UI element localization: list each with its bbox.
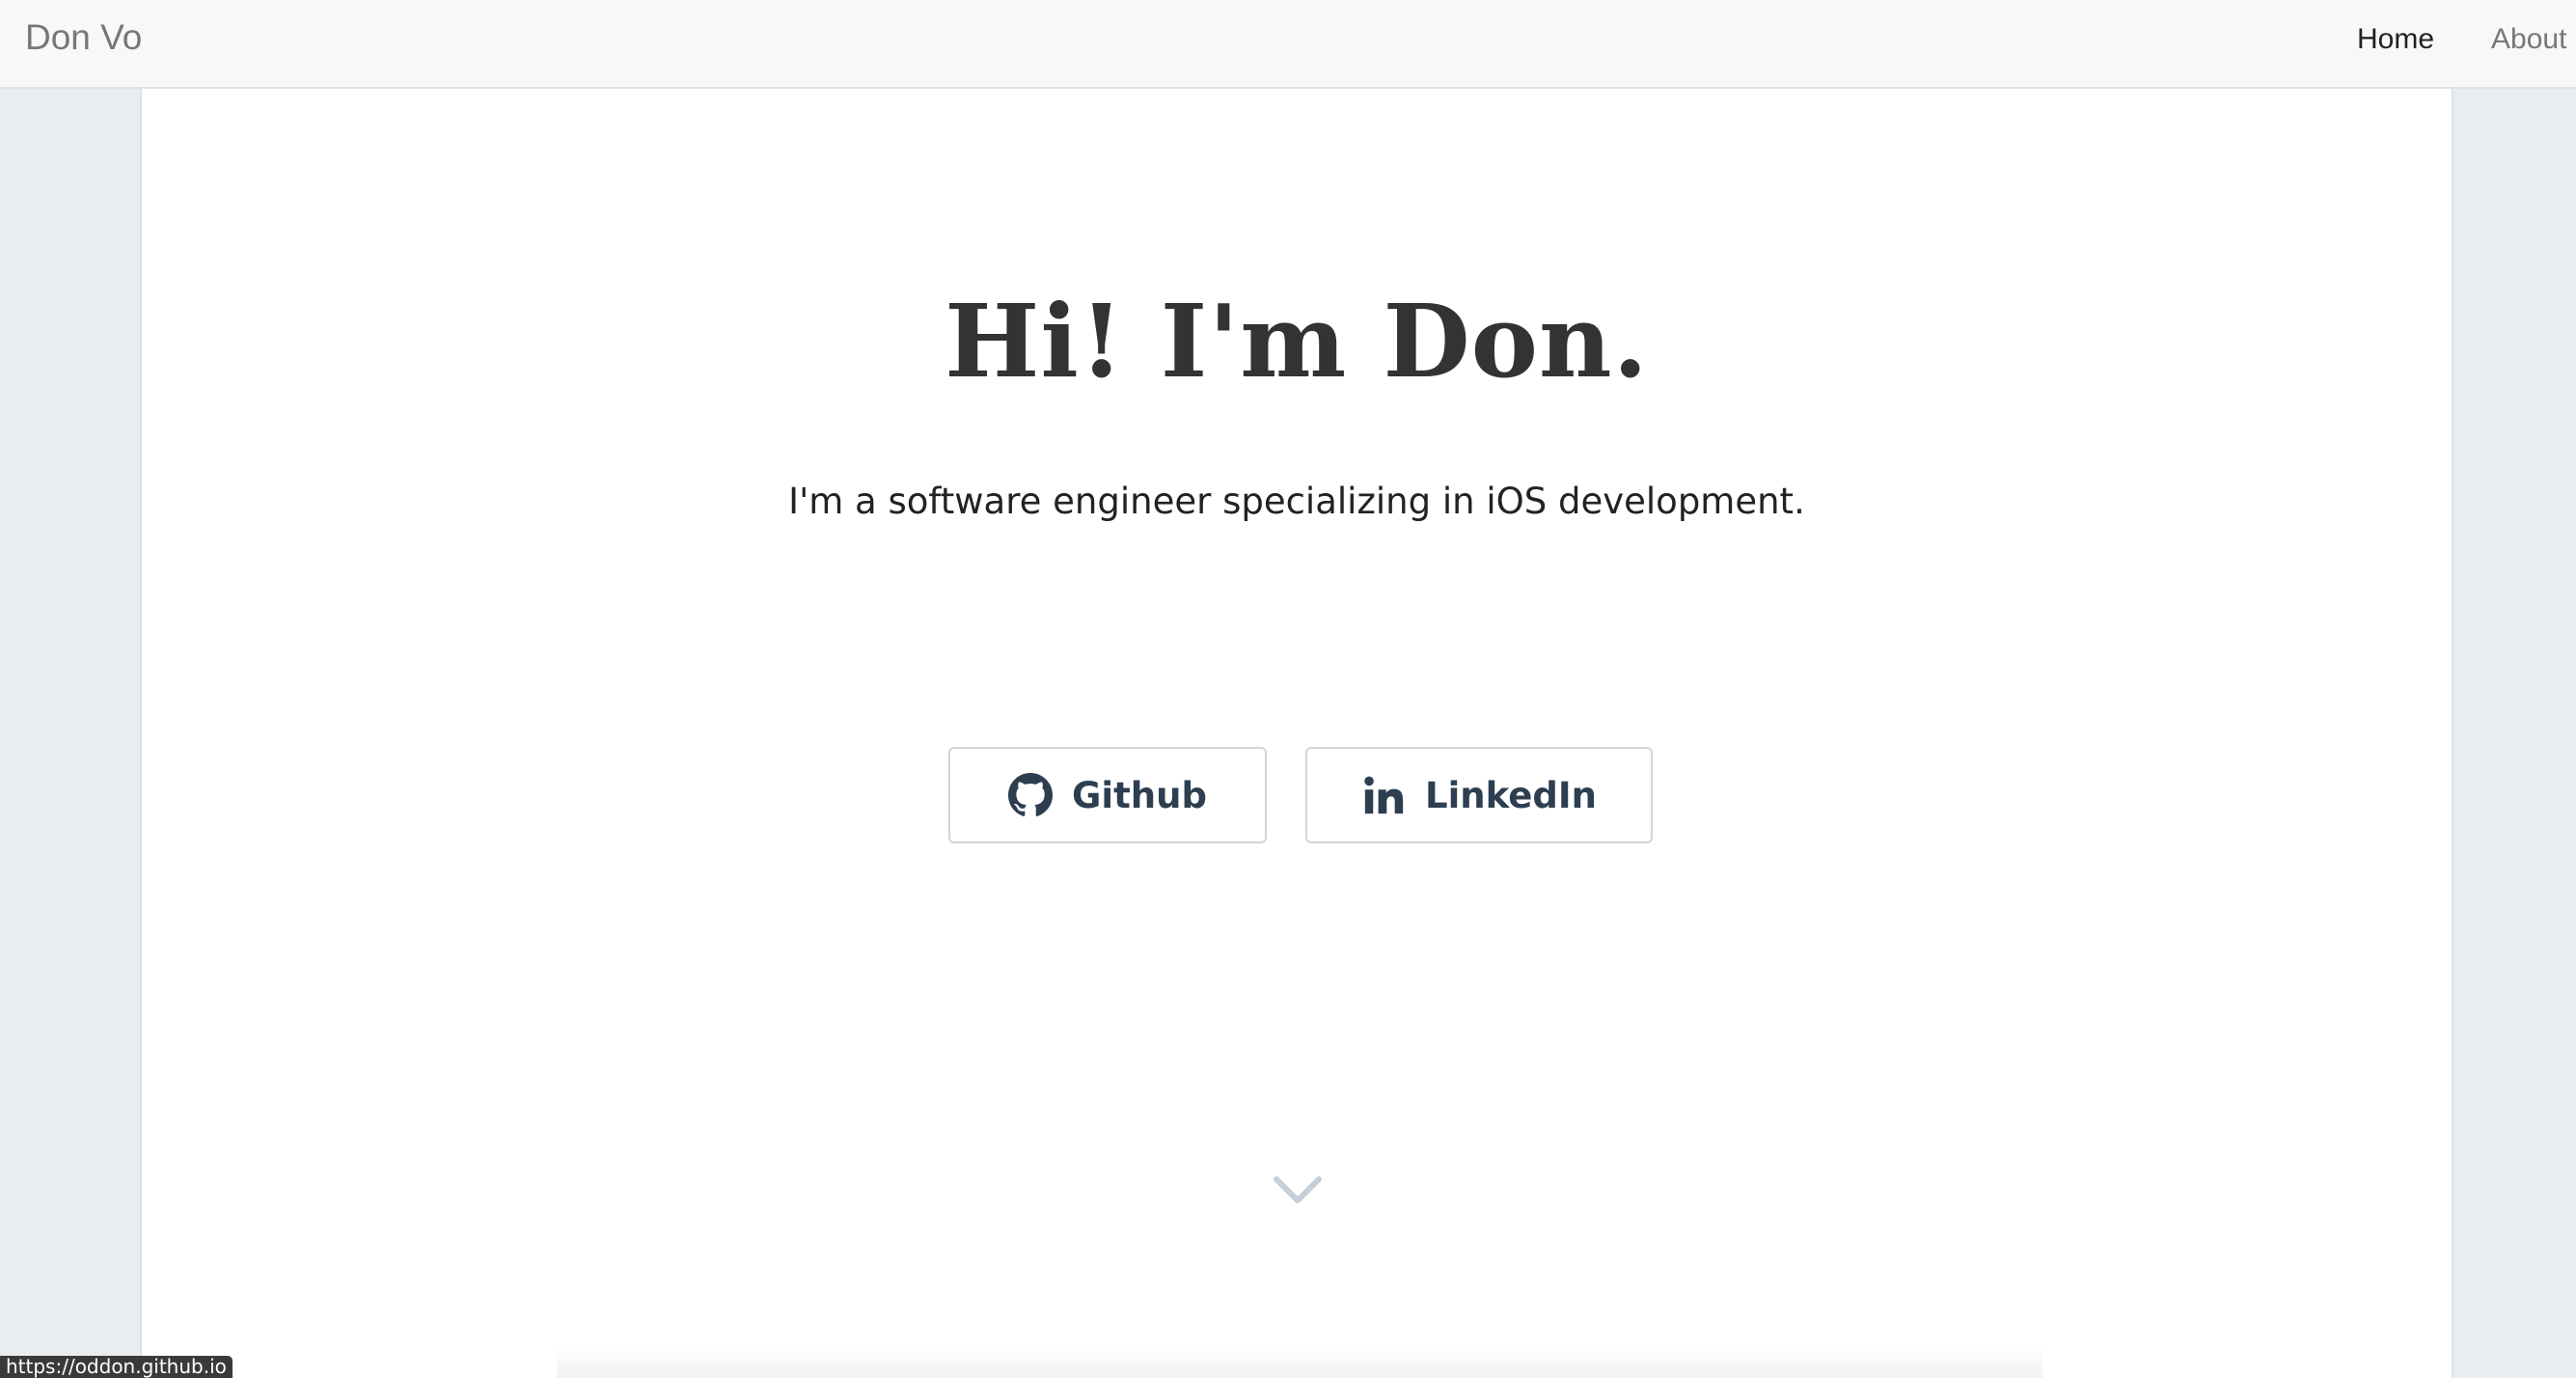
top-navbar: Don Vo Home About <box>0 0 2576 89</box>
github-button-label: Github <box>1072 774 1207 816</box>
linkedin-button-label: LinkedIn <box>1425 774 1597 816</box>
browser-status-url: https://oddon.github.io <box>0 1356 233 1378</box>
linkedin-icon <box>1361 773 1406 817</box>
chevron-down-icon[interactable] <box>1271 1171 1325 1206</box>
site-brand-link[interactable]: Don Vo <box>25 17 142 58</box>
hero-subtitle: I'm a software engineer specializing in … <box>788 481 1805 522</box>
nav-link-home[interactable]: Home <box>2357 23 2434 56</box>
github-icon <box>1008 773 1054 817</box>
section-fade-divider <box>557 1343 2042 1378</box>
github-button[interactable]: Github <box>948 747 1267 843</box>
hero-headline: Hi! I'm Don. <box>945 282 1649 400</box>
main-content-panel: Hi! I'm Don. I'm a software engineer spe… <box>140 89 2453 1378</box>
linkedin-button[interactable]: LinkedIn <box>1305 747 1653 843</box>
nav-link-about[interactable]: About <box>2491 23 2566 56</box>
